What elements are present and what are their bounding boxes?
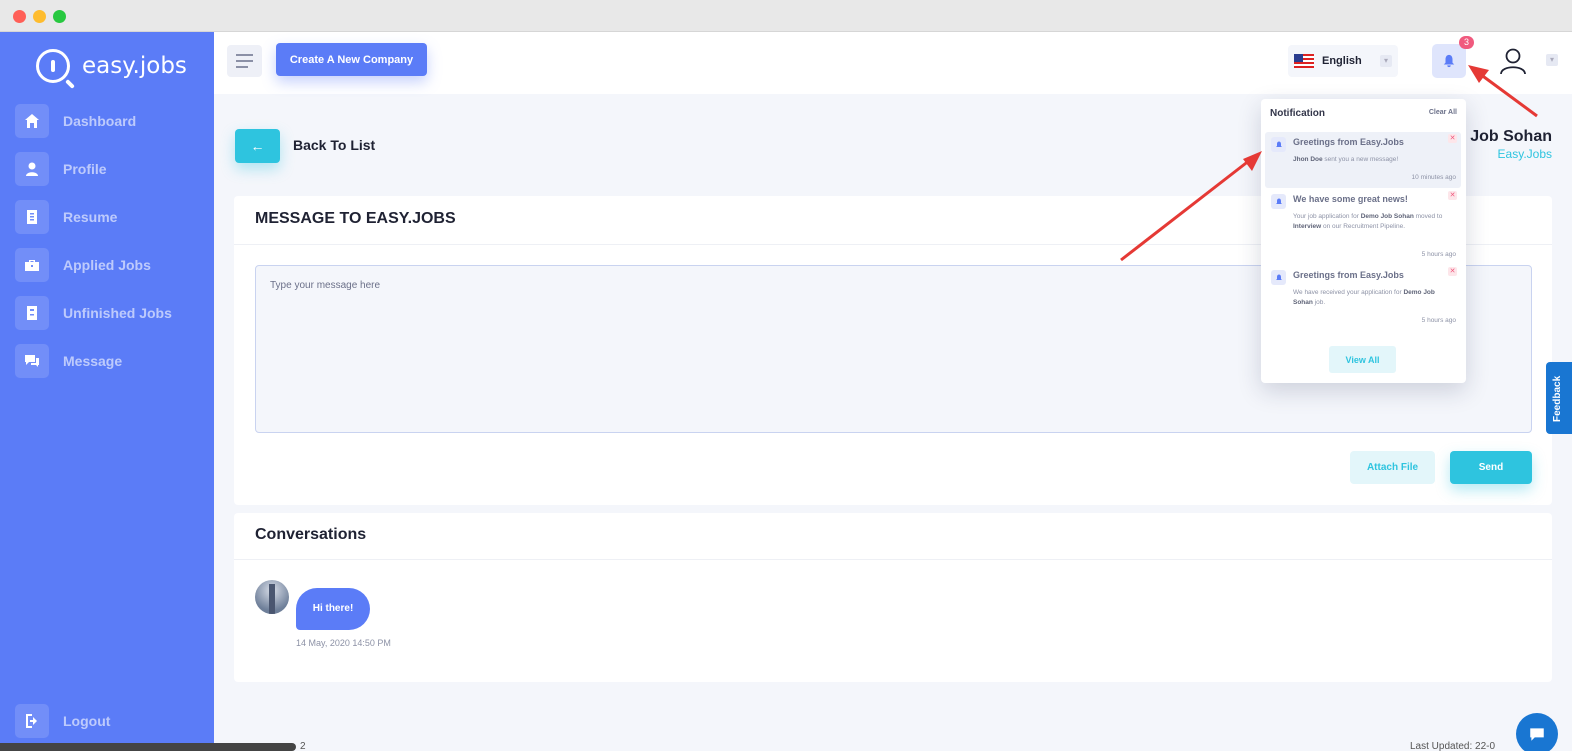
minimize-window-button[interactable] bbox=[33, 10, 46, 23]
dismiss-notification-icon[interactable]: ✕ bbox=[1448, 191, 1457, 200]
send-button[interactable]: Send bbox=[1450, 451, 1532, 484]
footer-fragment: 2 bbox=[300, 741, 306, 751]
message-heading-company: EASY.JOBS bbox=[365, 210, 456, 227]
sidebar-item-label: Unfinished Jobs bbox=[63, 305, 172, 321]
us-flag-icon bbox=[1294, 54, 1314, 68]
logout-button[interactable]: Logout bbox=[15, 704, 110, 738]
sidebar-nav: Dashboard Profile Resume Applied Jobs Un… bbox=[15, 104, 205, 392]
sidebar-item-label: Message bbox=[63, 353, 123, 369]
maximize-window-button[interactable] bbox=[53, 10, 66, 23]
notification-time: 5 hours ago bbox=[1421, 251, 1456, 258]
document-icon bbox=[15, 296, 49, 330]
user-avatar-icon[interactable] bbox=[1498, 46, 1528, 76]
chevron-down-icon[interactable]: ▾ bbox=[1546, 54, 1558, 66]
sidebar: easy.jobs Dashboard Profile Resume Appli… bbox=[0, 32, 214, 751]
horizontal-scrollbar[interactable] bbox=[0, 743, 296, 751]
notification-text: on our Recruitment Pipeline. bbox=[1321, 223, 1406, 231]
chat-widget-button[interactable] bbox=[1516, 713, 1558, 751]
sidebar-item-label: Applied Jobs bbox=[63, 257, 151, 273]
notification-text: moved to bbox=[1413, 213, 1443, 220]
notification-time: 10 minutes ago bbox=[1411, 174, 1456, 181]
chat-icon bbox=[15, 344, 49, 378]
message-heading: MESSAGE TO EASY.JOBS bbox=[255, 210, 456, 228]
notification-title: Greetings from Easy.Jobs bbox=[1293, 137, 1404, 147]
sidebar-item-profile[interactable]: Profile bbox=[15, 152, 205, 186]
conversations-card: Conversations Hi there! 14 May, 2020 14:… bbox=[234, 513, 1552, 682]
sidebar-item-message[interactable]: Message bbox=[15, 344, 205, 378]
menu-toggle-button[interactable] bbox=[227, 45, 262, 77]
notification-text: We have received your application for bbox=[1293, 289, 1404, 296]
bell-icon bbox=[1271, 194, 1286, 209]
notification-heading: Notification bbox=[1270, 108, 1325, 119]
brand-name: easy.jobs bbox=[82, 53, 187, 79]
resume-icon bbox=[15, 200, 49, 234]
feedback-tab[interactable]: Feedback bbox=[1546, 362, 1572, 434]
sidebar-item-applied-jobs[interactable]: Applied Jobs bbox=[15, 248, 205, 282]
job-title: o Job Sohan bbox=[1456, 128, 1552, 145]
conversations-heading: Conversations bbox=[255, 526, 367, 543]
dismiss-notification-icon[interactable]: ✕ bbox=[1448, 267, 1457, 276]
notification-title: We have some great news! bbox=[1293, 194, 1408, 204]
attach-file-button[interactable]: Attach File bbox=[1350, 451, 1435, 484]
notification-text: sent you a new message! bbox=[1322, 156, 1399, 163]
brand-logo[interactable]: easy.jobs bbox=[36, 46, 187, 86]
bell-icon bbox=[1443, 54, 1455, 68]
notification-item[interactable]: We have some great news! Your job applic… bbox=[1265, 189, 1461, 261]
back-button[interactable]: ← bbox=[235, 129, 280, 163]
back-to-list-label[interactable]: Back To List bbox=[293, 137, 375, 153]
logo-icon bbox=[36, 49, 70, 83]
logout-icon bbox=[15, 704, 49, 738]
briefcase-icon bbox=[15, 248, 49, 282]
logout-label: Logout bbox=[63, 713, 111, 729]
message-bubble: Hi there! bbox=[296, 588, 370, 630]
chat-bubble-icon bbox=[1530, 728, 1544, 741]
notification-body: Jhon Doe sent you a new message! bbox=[1293, 155, 1443, 165]
notification-dropdown: Notification Clear All Greetings from Ea… bbox=[1261, 99, 1466, 383]
notification-bell-button[interactable] bbox=[1432, 44, 1466, 78]
notification-text: job. bbox=[1312, 299, 1326, 307]
company-link[interactable]: Easy.Jobs bbox=[1498, 147, 1552, 161]
dismiss-notification-icon[interactable]: ✕ bbox=[1448, 134, 1457, 143]
sidebar-item-label: Profile bbox=[63, 161, 107, 177]
view-all-notifications-button[interactable]: View All bbox=[1329, 346, 1396, 373]
chevron-down-icon: ▾ bbox=[1380, 55, 1392, 67]
menu-line-icon bbox=[236, 60, 253, 62]
notification-title: Greetings from Easy.Jobs bbox=[1293, 270, 1404, 280]
notification-body: Your job application for Demo Job Sohan … bbox=[1293, 212, 1443, 232]
notification-job: Demo Job Sohan bbox=[1360, 213, 1414, 220]
notification-item[interactable]: Greetings from Easy.Jobs We have receive… bbox=[1265, 265, 1461, 331]
sidebar-item-dashboard[interactable]: Dashboard bbox=[15, 104, 205, 138]
message-timestamp: 14 May, 2020 14:50 PM bbox=[296, 638, 391, 648]
feedback-label: Feedback bbox=[1552, 375, 1563, 422]
notification-stage: Interview bbox=[1293, 223, 1322, 231]
notification-time: 5 hours ago bbox=[1421, 317, 1456, 324]
sidebar-item-label: Dashboard bbox=[63, 113, 137, 129]
clear-all-button[interactable]: Clear All bbox=[1429, 109, 1457, 116]
language-selector[interactable]: English ▾ bbox=[1288, 45, 1398, 77]
menu-line-icon bbox=[236, 66, 248, 68]
message-heading-prefix: MESSAGE TO bbox=[255, 210, 366, 227]
bell-icon bbox=[1271, 270, 1286, 285]
menu-line-icon bbox=[236, 54, 253, 56]
notification-sender: Jhon Doe bbox=[1293, 156, 1323, 163]
window-titlebar bbox=[0, 0, 1572, 32]
close-window-button[interactable] bbox=[13, 10, 26, 23]
card-divider bbox=[234, 559, 1552, 560]
last-updated-fragment: Last Updated: 22-0 bbox=[1410, 741, 1496, 751]
language-label: English bbox=[1322, 55, 1362, 67]
arrow-left-icon: ← bbox=[250, 138, 265, 154]
top-header: Create A New Company English ▾ 3 ▾ bbox=[214, 32, 1572, 94]
home-icon bbox=[15, 104, 49, 138]
sidebar-item-resume[interactable]: Resume bbox=[15, 200, 205, 234]
sidebar-item-label: Resume bbox=[63, 209, 118, 225]
sidebar-item-unfinished-jobs[interactable]: Unfinished Jobs bbox=[15, 296, 205, 330]
create-company-button[interactable]: Create A New Company bbox=[276, 43, 427, 76]
bell-icon bbox=[1271, 137, 1286, 152]
sender-avatar bbox=[255, 580, 289, 614]
notification-item[interactable]: Greetings from Easy.Jobs Jhon Doe sent y… bbox=[1265, 132, 1461, 188]
notification-count-badge: 3 bbox=[1459, 36, 1474, 49]
notification-body: We have received your application for De… bbox=[1293, 288, 1443, 308]
notification-text: Your job application for bbox=[1293, 213, 1361, 220]
user-icon bbox=[15, 152, 49, 186]
